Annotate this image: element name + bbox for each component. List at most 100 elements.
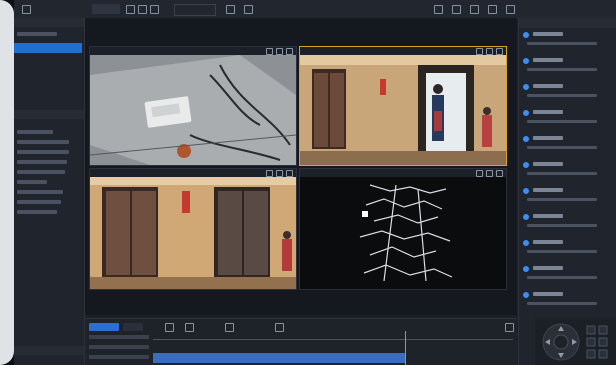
- event-item[interactable]: [523, 290, 611, 314]
- user-icon[interactable]: [452, 5, 461, 14]
- play-icon[interactable]: [165, 323, 174, 332]
- event-item[interactable]: [523, 212, 611, 236]
- tree-row[interactable]: [17, 200, 61, 204]
- ptz-pad[interactable]: [535, 318, 616, 365]
- tab-playback[interactable]: [89, 323, 119, 331]
- list-icon[interactable]: [488, 5, 497, 14]
- event-time: [527, 250, 597, 253]
- recording-segment[interactable]: [153, 353, 405, 363]
- speed-icon[interactable]: [225, 323, 234, 332]
- camera-pane-1[interactable]: [89, 46, 297, 166]
- event-title: [533, 110, 563, 114]
- event-item[interactable]: [523, 56, 611, 80]
- track-label: [89, 335, 149, 339]
- record-icon[interactable]: [486, 170, 493, 177]
- pause-icon[interactable]: [185, 323, 194, 332]
- tree-row[interactable]: [17, 130, 53, 134]
- event-title: [533, 162, 563, 166]
- camera-icon: [523, 136, 529, 142]
- tab-secondary[interactable]: [123, 323, 143, 331]
- playhead[interactable]: [405, 331, 406, 365]
- close-icon[interactable]: [496, 170, 503, 177]
- event-title: [533, 214, 563, 218]
- zoom-icon[interactable]: [505, 323, 514, 332]
- top-toolbar: [14, 0, 616, 19]
- time-ruler[interactable]: [153, 333, 513, 340]
- event-item[interactable]: [523, 108, 611, 132]
- event-time: [527, 172, 597, 175]
- camera-pane-4[interactable]: [299, 168, 507, 290]
- event-title: [533, 240, 563, 244]
- search-icon[interactable]: [266, 170, 273, 177]
- tree-row[interactable]: [17, 190, 63, 194]
- live-view-grid: [85, 18, 517, 315]
- search-icon[interactable]: [476, 48, 483, 55]
- home-icon[interactable]: [22, 5, 31, 14]
- lock-icon[interactable]: [506, 5, 515, 14]
- pane-controls: [263, 170, 293, 177]
- event-item[interactable]: [523, 264, 611, 288]
- event-time: [527, 198, 597, 201]
- alarm-icon[interactable]: [434, 5, 443, 14]
- camera-icon: [523, 32, 529, 38]
- record-icon[interactable]: [276, 170, 283, 177]
- tree-row[interactable]: [17, 32, 57, 36]
- playback-timeline-panel: [85, 318, 517, 365]
- pane-header: [300, 169, 506, 177]
- tree-row-selected[interactable]: [14, 43, 82, 53]
- search-icon[interactable]: [476, 170, 483, 177]
- camera-pane-3[interactable]: [89, 168, 297, 290]
- camera-feed-image: [300, 177, 506, 289]
- event-item[interactable]: [523, 238, 611, 262]
- camera-feed-image: [300, 55, 506, 165]
- pane-header: [90, 47, 296, 55]
- tree-row[interactable]: [17, 150, 69, 154]
- tree-row[interactable]: [17, 180, 47, 184]
- camera-icon: [523, 110, 529, 116]
- event-title: [533, 84, 563, 88]
- event-title: [533, 58, 563, 62]
- close-icon[interactable]: [286, 170, 293, 177]
- event-item[interactable]: [523, 82, 611, 106]
- event-time: [527, 94, 597, 97]
- camera-pane-2[interactable]: [299, 46, 507, 166]
- device-tree-header: [14, 18, 84, 27]
- tree-row[interactable]: [17, 140, 69, 144]
- camera-icon: [523, 84, 529, 90]
- ptz-control-panel: [535, 318, 616, 365]
- event-item[interactable]: [523, 134, 611, 158]
- download-icon[interactable]: [275, 323, 284, 332]
- layout-button[interactable]: [92, 4, 120, 14]
- tree-row[interactable]: [17, 160, 67, 164]
- tree-row[interactable]: [17, 170, 65, 174]
- event-time: [527, 302, 597, 305]
- search-icon[interactable]: [266, 48, 273, 55]
- event-title: [533, 292, 563, 296]
- record-icon[interactable]: [486, 48, 493, 55]
- event-time: [527, 120, 597, 123]
- close-icon[interactable]: [286, 48, 293, 55]
- fullscreen-icon[interactable]: [226, 5, 235, 14]
- event-time: [527, 276, 597, 279]
- snapshot-icon[interactable]: [150, 5, 159, 14]
- pane-controls: [473, 170, 503, 177]
- event-title: [533, 266, 563, 270]
- split-icon[interactable]: [126, 5, 135, 14]
- camera-icon: [523, 214, 529, 220]
- event-time: [527, 146, 597, 149]
- record-icon[interactable]: [138, 5, 147, 14]
- view-selector[interactable]: [174, 4, 216, 16]
- settings-icon[interactable]: [244, 5, 253, 14]
- grid-icon[interactable]: [470, 5, 479, 14]
- event-item[interactable]: [523, 160, 611, 184]
- pane-controls: [473, 48, 503, 55]
- event-item[interactable]: [523, 186, 611, 210]
- event-time: [527, 68, 597, 71]
- tree-row[interactable]: [17, 210, 57, 214]
- camera-icon: [523, 266, 529, 272]
- bottom-section-header: [14, 346, 84, 355]
- record-icon[interactable]: [276, 48, 283, 55]
- event-title: [533, 188, 563, 192]
- close-icon[interactable]: [496, 48, 503, 55]
- event-item[interactable]: [523, 30, 611, 54]
